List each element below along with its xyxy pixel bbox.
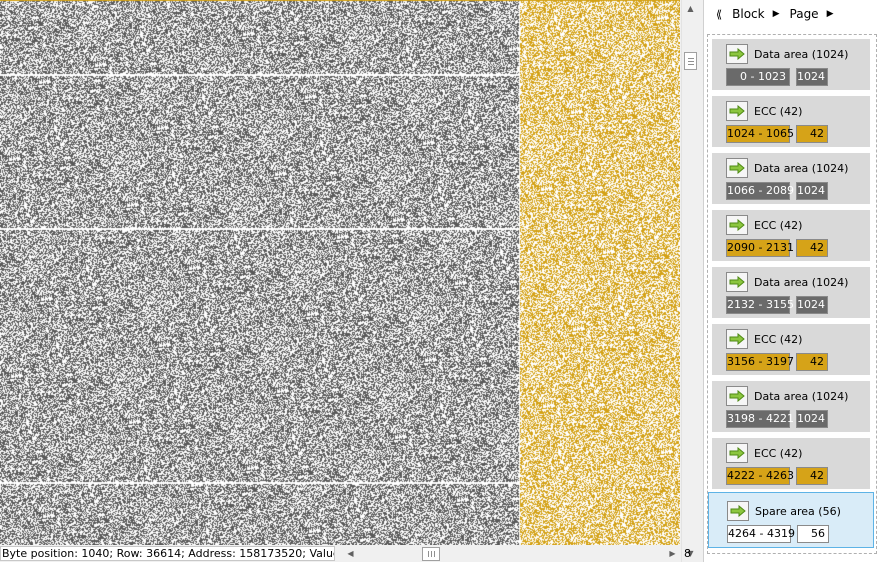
item-range: 4222 - 4263 [726,467,794,485]
go-to-arrow-icon[interactable] [727,501,749,521]
block-button[interactable]: Block [732,7,764,21]
layout-item-data[interactable]: Data area (1024) 3198 - 4221 1024 [712,381,870,432]
item-size: 1024 [796,68,828,86]
item-size: 42 [796,467,828,485]
horizontal-scrollbar[interactable]: ◀ ▶ [340,545,681,562]
page-button[interactable]: Page [790,7,819,21]
horizontal-scroll-thumb[interactable] [422,547,440,561]
item-range: 2090 - 2131 [726,239,794,257]
layout-item-ecc[interactable]: ECC (42) 3156 - 3197 42 [712,324,870,375]
page-next-icon[interactable]: ▶ [827,9,834,19]
page-number: 8 [684,547,691,560]
item-title: ECC (42) [754,447,803,460]
go-to-arrow-icon[interactable] [726,272,748,292]
item-size: 1024 [796,296,828,314]
item-range: 4264 - 4319 [727,525,795,543]
status-bar: Byte position: 1040; Row: 36614; Address… [0,546,335,561]
go-to-arrow-icon[interactable] [726,158,748,178]
go-to-arrow-icon[interactable] [726,44,748,64]
layout-item-data[interactable]: Data area (1024) 0 - 1023 1024 [712,39,870,90]
go-to-arrow-icon[interactable] [726,443,748,463]
item-title: ECC (42) [754,219,803,232]
vertical-scrollbar[interactable]: ▲ ▼ [681,0,699,562]
item-size: 42 [796,353,828,371]
scroll-up-icon[interactable]: ▲ [682,0,699,17]
go-to-arrow-icon[interactable] [726,386,748,406]
item-range: 2132 - 3155 [726,296,794,314]
item-range: 3156 - 3197 [726,353,794,371]
layout-panel: ⟪ Block ▶ Page ▶ Data area (1024) 0 - 102… [703,0,882,562]
item-title: ECC (42) [754,333,803,346]
layout-item-data[interactable]: Data area (1024) 1066 - 2089 1024 [712,153,870,204]
scroll-right-icon[interactable]: ▶ [664,545,681,562]
item-title: Data area (1024) [754,162,849,175]
item-title: Data area (1024) [754,276,849,289]
layout-item-ecc[interactable]: ECC (42) 4222 - 4263 42 [712,438,870,489]
block-next-icon[interactable]: ▶ [773,9,780,19]
go-to-arrow-icon[interactable] [726,101,748,121]
item-size: 42 [796,125,828,143]
item-title: Data area (1024) [754,390,849,403]
go-to-arrow-icon[interactable] [726,215,748,235]
item-size: 1024 [796,410,828,428]
item-range: 1024 - 1065 [726,125,794,143]
item-range: 1066 - 2089 [726,182,794,200]
byte-map-canvas[interactable] [0,0,680,545]
layout-item-spare[interactable]: Spare area (56) 4264 - 4319 56 [708,492,874,548]
item-range: 0 - 1023 [726,68,790,86]
item-size: 1024 [796,182,828,200]
item-title: ECC (42) [754,105,803,118]
panel-navigation: ⟪ Block ▶ Page ▶ [704,0,882,28]
go-to-arrow-icon[interactable] [726,329,748,349]
byte-map-visualization[interactable] [0,0,680,545]
double-chevron-left-icon[interactable]: ⟪ [716,8,722,21]
page-layout-list: Data area (1024) 0 - 1023 1024 ECC (42) 1024… [707,34,877,554]
layout-item-ecc[interactable]: ECC (42) 2090 - 2131 42 [712,210,870,261]
item-size: 42 [796,239,828,257]
vertical-scroll-thumb[interactable] [684,52,697,70]
item-range: 3198 - 4221 [726,410,794,428]
scroll-left-icon[interactable]: ◀ [342,545,359,562]
item-size: 56 [797,525,829,543]
item-title: Data area (1024) [754,48,849,61]
layout-item-ecc[interactable]: ECC (42) 1024 - 1065 42 [712,96,870,147]
layout-item-data[interactable]: Data area (1024) 2132 - 3155 1024 [712,267,870,318]
item-title: Spare area (56) [755,505,841,518]
